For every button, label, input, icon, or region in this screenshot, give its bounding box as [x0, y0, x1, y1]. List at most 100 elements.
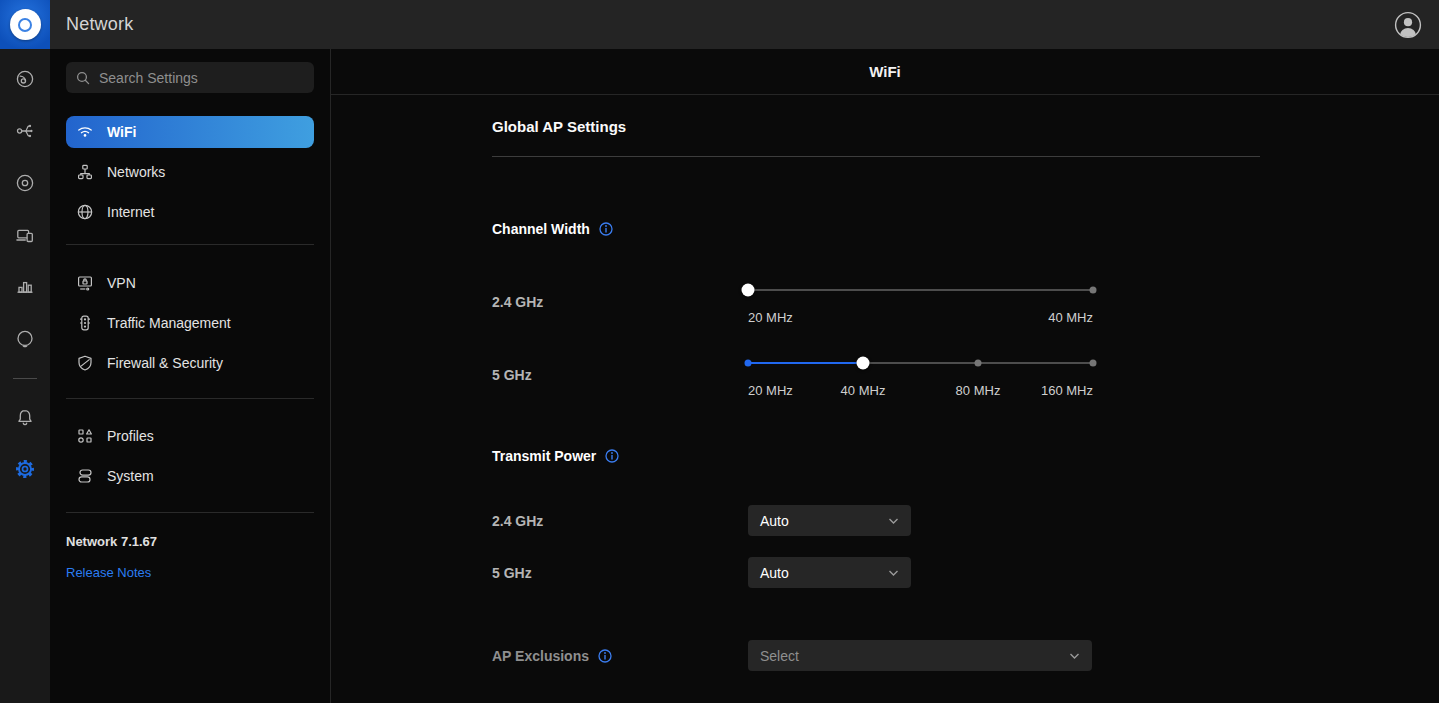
settings-sidebar: WiFi Networks Internet: [50, 49, 331, 703]
sidebar-item-label: VPN: [107, 275, 136, 291]
chevron-down-icon: [1069, 652, 1080, 660]
unifi-logo-circle: [10, 9, 41, 40]
sidebar-divider: [66, 512, 314, 513]
profiles-icon: [76, 427, 94, 445]
sidebar-item-label: Internet: [107, 204, 154, 220]
rail-divider: [0, 365, 50, 391]
section-title: Global AP Settings: [492, 118, 1439, 135]
networks-icon: [76, 163, 94, 181]
sidebar-item-vpn[interactable]: VPN: [66, 267, 314, 299]
sidebar-item-wifi[interactable]: WiFi: [66, 116, 314, 148]
shield-icon: [76, 354, 94, 372]
rail-wifiman-button[interactable]: [0, 313, 50, 365]
slider-labels: 20 MHz 40 MHz 80 MHz 160 MHz: [748, 383, 1093, 398]
icon-rail: [0, 49, 50, 703]
ap-exclusions-row: AP Exclusions Select: [492, 640, 1439, 671]
rail-notifications-button[interactable]: [0, 391, 50, 443]
section-divider: [492, 156, 1260, 157]
sidebar-item-networks[interactable]: Networks: [66, 156, 314, 188]
devices-icon: [15, 173, 35, 193]
sidebar-item-profiles[interactable]: Profiles: [66, 420, 314, 452]
slider-tick-label: 160 MHz: [1041, 383, 1093, 398]
transmit-power-label: Transmit Power: [492, 447, 1439, 464]
settings-search[interactable]: [66, 62, 314, 93]
user-avatar[interactable]: [1394, 11, 1422, 39]
rail-dashboard-button[interactable]: [0, 53, 50, 105]
sidebar-item-label: Profiles: [107, 428, 154, 444]
chevron-down-icon: [888, 517, 899, 525]
sidebar-item-label: Firewall & Security: [107, 355, 223, 371]
traffic-light-icon: [76, 314, 94, 332]
slider-tick-label: 80 MHz: [956, 383, 1001, 398]
sidebar-item-label: Traffic Management: [107, 315, 231, 331]
info-icon[interactable]: [598, 649, 612, 663]
transmit-power-row-24ghz: 2.4 GHz Auto: [492, 505, 1439, 536]
slider-tick-label: 20 MHz: [748, 310, 793, 325]
slider-track[interactable]: [748, 283, 1093, 297]
transmit-power-select-5ghz[interactable]: Auto: [748, 557, 911, 588]
info-icon[interactable]: [599, 222, 613, 236]
slider-handle[interactable]: [742, 284, 755, 297]
slider-tick-dot[interactable]: [1090, 360, 1097, 367]
slider-tick-dot[interactable]: [975, 360, 982, 367]
unifi-logo[interactable]: [0, 0, 50, 49]
rail-clients-button[interactable]: [0, 209, 50, 261]
vpn-icon: [76, 274, 94, 292]
channel-width-slider-5ghz[interactable]: 20 MHz 40 MHz 80 MHz 160 MHz: [748, 356, 1093, 398]
release-notes-link[interactable]: Release Notes: [66, 565, 314, 580]
user-avatar-icon: [1394, 11, 1422, 39]
app-version: Network 7.1.67: [66, 534, 314, 549]
rail-statistics-button[interactable]: [0, 261, 50, 313]
search-input[interactable]: [99, 70, 299, 86]
topology-icon: [15, 121, 35, 141]
sidebar-item-label: WiFi: [107, 124, 136, 140]
dropdown-value: Auto: [760, 565, 789, 581]
gear-icon: [13, 457, 37, 481]
band-label: 2.4 GHz: [492, 283, 748, 325]
slider-tick-dot[interactable]: [745, 360, 752, 367]
info-icon[interactable]: [605, 449, 619, 463]
wifi-icon: [76, 123, 94, 141]
main-panel: WiFi Global AP Settings Channel Width 2.…: [331, 49, 1439, 703]
sidebar-item-system[interactable]: System: [66, 460, 314, 492]
slider-tick-label: 40 MHz: [1048, 310, 1093, 325]
transmit-power-select-24ghz[interactable]: Auto: [748, 505, 911, 536]
sidebar-item-label: Networks: [107, 164, 165, 180]
slider-track[interactable]: [748, 356, 1093, 370]
sidebar-divider: [66, 244, 314, 245]
slider-tick-dot[interactable]: [1090, 287, 1097, 294]
slider-tick-label: 40 MHz: [841, 383, 886, 398]
ap-exclusions-select[interactable]: Select: [748, 640, 1092, 671]
ap-exclusions-label: AP Exclusions: [492, 648, 748, 664]
band-label: 5 GHz: [492, 356, 748, 398]
bell-icon: [15, 407, 35, 427]
dashboard-icon: [15, 69, 35, 89]
clients-icon: [15, 225, 35, 245]
slider-labels: 20 MHz 40 MHz: [748, 310, 1093, 325]
channel-width-row-5ghz: 5 GHz 20 MHz 40 MHz 80 MHz 160 MHz: [492, 356, 1439, 398]
channel-width-label: Channel Width: [492, 220, 1439, 237]
dropdown-placeholder: Select: [760, 648, 799, 664]
chevron-down-icon: [888, 569, 899, 577]
sidebar-item-traffic-management[interactable]: Traffic Management: [66, 307, 314, 339]
sidebar-item-firewall-security[interactable]: Firewall & Security: [66, 347, 314, 379]
slider-tick-label: 20 MHz: [748, 383, 793, 398]
slider-handle[interactable]: [857, 357, 870, 370]
channel-width-row-24ghz: 2.4 GHz 20 MHz 40 MHz: [492, 283, 1439, 325]
rail-devices-button[interactable]: [0, 157, 50, 209]
statistics-icon: [15, 277, 35, 297]
rail-settings-button[interactable]: [0, 443, 50, 495]
sidebar-item-internet[interactable]: Internet: [66, 196, 314, 228]
transmit-power-row-5ghz: 5 GHz Auto: [492, 557, 1439, 588]
channel-width-slider-24ghz[interactable]: 20 MHz 40 MHz: [748, 283, 1093, 325]
page-title: WiFi: [331, 49, 1439, 95]
sidebar-divider: [66, 398, 314, 399]
search-icon: [75, 70, 91, 86]
internet-icon: [76, 203, 94, 221]
dropdown-value: Auto: [760, 513, 789, 529]
app-title: Network: [66, 14, 133, 35]
wifiman-icon: [15, 329, 35, 349]
rail-topology-button[interactable]: [0, 105, 50, 157]
sidebar-item-label: System: [107, 468, 154, 484]
band-label: 2.4 GHz: [492, 513, 748, 529]
